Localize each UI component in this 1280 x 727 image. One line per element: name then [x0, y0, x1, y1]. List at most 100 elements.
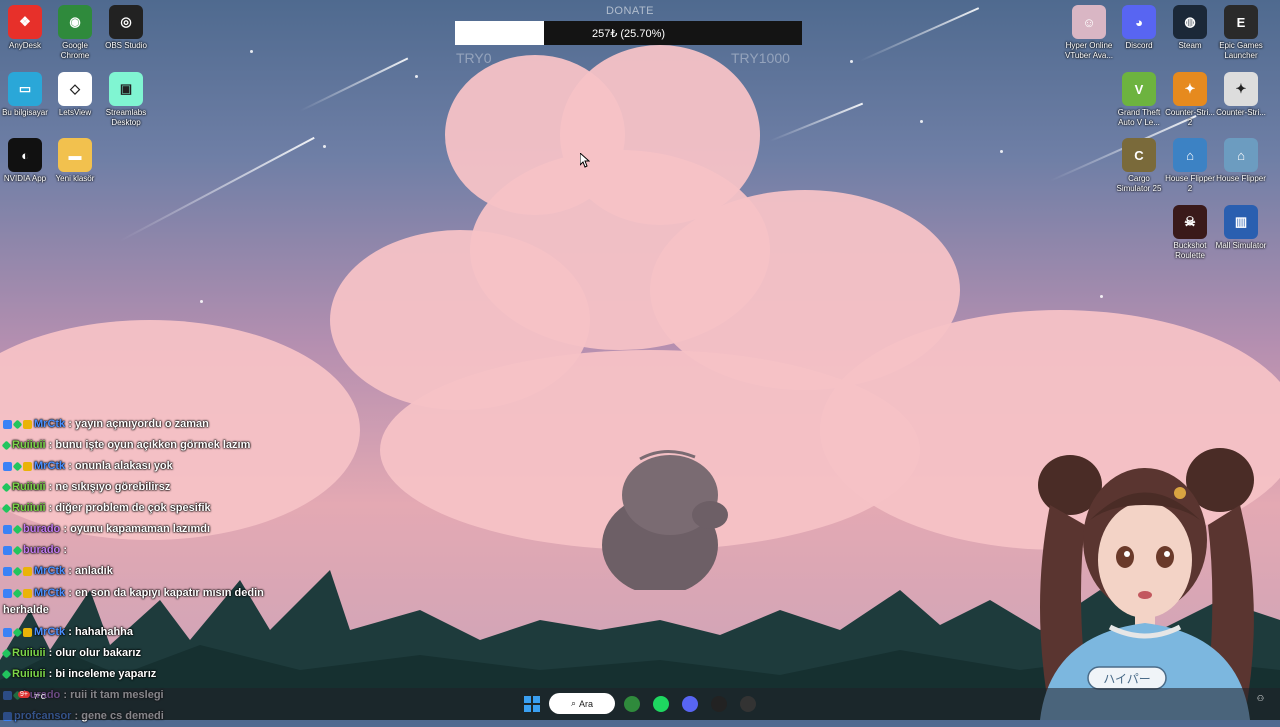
- desktop-icon-label: Steam: [1178, 41, 1202, 50]
- chat-username: burado: [23, 544, 61, 556]
- chat-text: : onunla alakası yok: [68, 460, 173, 472]
- taskbar-search[interactable]: ⌕ Ara: [549, 693, 615, 714]
- chat-badge-green-icon: [1, 482, 12, 493]
- desktop-icon-label: Buckshot Roulette: [1173, 241, 1207, 260]
- chat-message: Ruiiuii : ne sıkışıyo görebilirsz: [1, 477, 303, 498]
- streamlabs-icon: ▣: [109, 72, 143, 106]
- chat-text: : oyunu kapamaman lazımdı: [63, 523, 211, 535]
- chat-badge-blue-icon: [3, 627, 12, 637]
- desktop-icon-streamlabs[interactable]: ▣ Streamlabs Desktop: [98, 72, 154, 128]
- chrome-icon[interactable]: [622, 694, 642, 714]
- desktop-icon-label: Streamlabs Desktop: [105, 108, 147, 127]
- chat-badge-green-icon: [1, 440, 12, 451]
- avatar-shirt-text: ハイパー: [1103, 672, 1151, 686]
- desktop-icon-label: House Flipper: [1216, 174, 1266, 183]
- desktop-icon-label: House Flipper 2: [1165, 174, 1215, 193]
- capcut-glyph: [711, 696, 727, 712]
- chat-message: burado : oyunu kapamaman lazımdı: [3, 519, 303, 540]
- buckshot-roulette-icon: ☠: [1173, 205, 1207, 239]
- counter-strike-icon: ✦: [1224, 72, 1258, 106]
- chat-badge-blue-icon: [3, 524, 12, 534]
- desktop-icon-counter-strike[interactable]: ✦ Counter-Stri...: [1213, 72, 1269, 118]
- weather-temperature: 7°C: [34, 694, 46, 701]
- desktop-icon-discord[interactable]: ◕ Discord: [1111, 5, 1167, 51]
- chat-badge-blue-icon: [3, 419, 12, 429]
- chat-badge-green-icon: [12, 461, 23, 472]
- chat-text: : ne sıkışıyo görebilirsz: [48, 481, 171, 493]
- chat-username: MrCtk: [34, 565, 66, 577]
- desktop-icon-label: Counter-Stri...: [1216, 108, 1266, 117]
- chat-message: MrCtk : yayın açmıyordu o zaman: [3, 414, 303, 435]
- desktop-icon-computer[interactable]: ▭ Bu bilgisayar: [0, 72, 53, 118]
- chat-message: Ruiiuii : olur olur bakarız: [1, 643, 303, 664]
- chat-badge-green-icon: [12, 545, 23, 556]
- desktop-icon-label: AnyDesk: [8, 41, 41, 50]
- chat-text: :: [63, 544, 68, 556]
- desktop-icon-buckshot-roulette[interactable]: ☠ Buckshot Roulette: [1162, 205, 1218, 261]
- desktop-icon-steam[interactable]: ◍ Steam: [1162, 5, 1218, 51]
- desktop-icon-label: Epic Games Launcher: [1219, 41, 1263, 60]
- chrome-icon: ◉: [58, 5, 92, 39]
- desktop-icon-vtuber-avatar[interactable]: ☺ Hyper Online VTuber Ava...: [1061, 5, 1117, 61]
- chat-badge-green-icon: [12, 566, 23, 577]
- capcut-icon[interactable]: [709, 694, 729, 714]
- obs-icon[interactable]: [738, 694, 758, 714]
- chat-badge-green-icon: [1, 648, 12, 659]
- desktop-icon-anydesk[interactable]: ❖ AnyDesk: [0, 5, 53, 51]
- chat-badge-gold-icon: [23, 566, 32, 576]
- desktop-icon-label: LetsView: [58, 108, 92, 117]
- chat-badge-blue-icon: [3, 588, 12, 598]
- chat-badge-blue-icon: [3, 461, 12, 471]
- desktop-icon-folder[interactable]: ▬ Yeni klasör: [47, 138, 103, 184]
- notification-badge: 9+: [18, 691, 30, 698]
- gta-icon: V: [1122, 72, 1156, 106]
- counter-strike-2-icon: ✦: [1173, 72, 1207, 106]
- chat-message: Ruiiuii : bunu işte oyun açıkken görmek …: [1, 435, 303, 456]
- spotify-icon[interactable]: [651, 694, 671, 714]
- stream-chat-overlay: MrCtk : yayın açmıyordu o zaman Ruiiuii :…: [1, 414, 303, 727]
- desktop-icon-cargo-simulator[interactable]: C Cargo Simulator 25: [1111, 138, 1167, 194]
- desktop-icon-house-flipper-2[interactable]: ⌂ House Flipper 2: [1162, 138, 1218, 194]
- obs-icon: ◎: [109, 5, 143, 39]
- vtuber-avatar: ハイパー: [1038, 448, 1254, 720]
- mall-simulator-icon: ▥: [1224, 205, 1258, 239]
- windows-start-icon[interactable]: [522, 694, 542, 714]
- chat-message: burado :: [3, 540, 303, 561]
- chat-username: burado: [23, 523, 61, 535]
- desktop-icon-gta[interactable]: V Grand Theft Auto V Le...: [1111, 72, 1167, 128]
- chat-badge-gold-icon: [23, 461, 32, 471]
- donation-max-label: TRY1000: [731, 50, 790, 66]
- chat-message: MrCtk : en son da kapıyı kapatır mısın d…: [3, 582, 303, 622]
- desktop-icon-house-flipper[interactable]: ⌂ House Flipper: [1213, 138, 1269, 184]
- chat-badge-gold-icon: [23, 627, 32, 637]
- desktop-icon-mall-simulator[interactable]: ▥ Mall Simulator: [1213, 205, 1269, 251]
- desktop-icon-chrome[interactable]: ◉ Google Chrome: [47, 5, 103, 61]
- desktop-icon-label: Grand Theft Auto V Le...: [1117, 108, 1161, 127]
- chat-username: MrCtk: [34, 418, 66, 430]
- chat-message: MrCtk : hahahahha: [3, 622, 303, 643]
- chat-username: MrCtk: [34, 587, 66, 599]
- desktop-icon-label: OBS Studio: [105, 41, 147, 50]
- chat-text: : bunu işte oyun açıkken görmek lazım: [48, 439, 251, 451]
- weather-widget[interactable]: 9+ 7°C: [4, 691, 46, 717]
- chat-message: MrCtk : onunla alakası yok: [3, 456, 303, 477]
- system-tray[interactable]: ⚇: [1257, 694, 1264, 703]
- donation-progress-text: 257₺ (25.70%): [591, 27, 666, 40]
- desktop-icon-label: Counter-Stri... 2: [1165, 108, 1215, 127]
- discord-icon[interactable]: [680, 694, 700, 714]
- folder-icon: ▬: [58, 138, 92, 172]
- desktop-icon-nvidia[interactable]: ◐ NVIDIA App: [0, 138, 53, 184]
- anydesk-icon: ❖: [8, 5, 42, 39]
- chat-text: : yayın açmıyordu o zaman: [68, 418, 209, 430]
- chat-badge-blue-icon: [3, 545, 12, 555]
- chat-username: Ruiiuii: [12, 502, 46, 514]
- desktop-icon-epic-games[interactable]: E Epic Games Launcher: [1213, 5, 1269, 61]
- obs-glyph: [740, 696, 756, 712]
- letsview-icon: ◇: [58, 72, 92, 106]
- desktop-icon-obs[interactable]: ◎ OBS Studio: [98, 5, 154, 51]
- desktop-icon-label: Google Chrome: [60, 41, 90, 60]
- desktop-icon-counter-strike-2[interactable]: ✦ Counter-Stri... 2: [1162, 72, 1218, 128]
- desktop-icon-label: Bu bilgisayar: [2, 108, 48, 117]
- desktop-icon-letsview[interactable]: ◇ LetsView: [47, 72, 103, 118]
- chat-text: : olur olur bakarız: [48, 647, 141, 659]
